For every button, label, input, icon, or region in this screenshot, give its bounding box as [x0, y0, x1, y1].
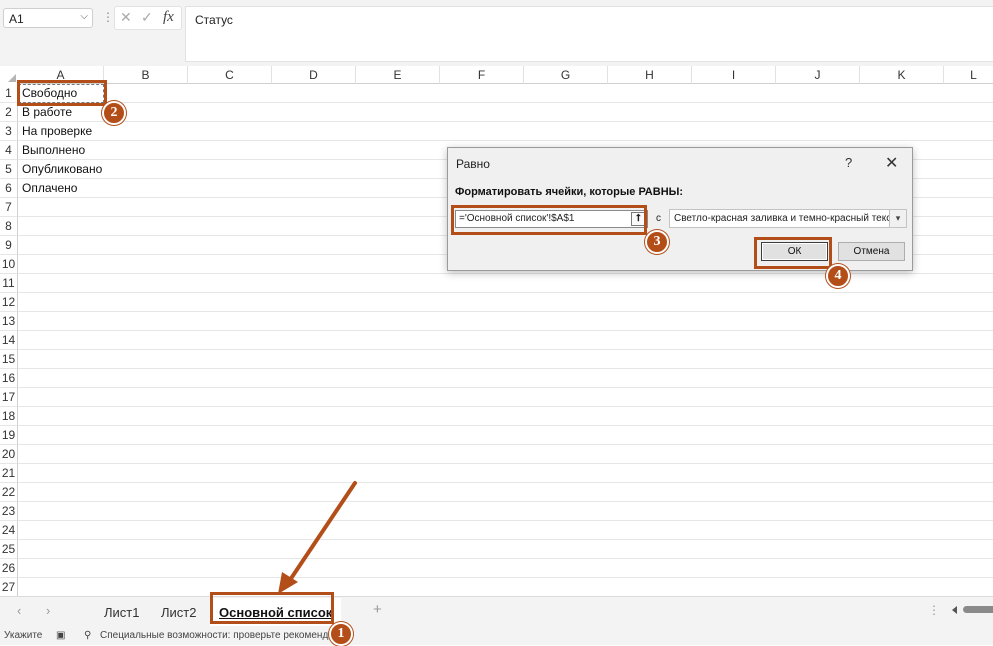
more-options-icon[interactable]: ⋮	[102, 10, 114, 24]
row-header-9[interactable]: 9	[0, 236, 18, 255]
accessibility-icon[interactable]: ⚲	[84, 630, 91, 641]
row-header-3[interactable]: 3	[0, 122, 18, 141]
row-header-25[interactable]: 25	[0, 540, 18, 559]
column-header-l[interactable]: L	[944, 66, 993, 84]
row-header-14[interactable]: 14	[0, 331, 18, 350]
highlight-reference-input	[451, 205, 647, 235]
enter-check-icon[interactable]: ✓	[141, 9, 153, 26]
prev-sheet-icon[interactable]: ‹	[17, 603, 21, 618]
row-header-23[interactable]: 23	[0, 502, 18, 521]
row-header-12[interactable]: 12	[0, 293, 18, 312]
next-sheet-icon[interactable]: ›	[46, 603, 50, 618]
accessibility-status[interactable]: Специальные возможности: проверьте реком…	[100, 630, 340, 641]
help-icon[interactable]: ?	[845, 155, 852, 170]
with-label: с	[656, 213, 661, 224]
status-bar: Укажите ▣ ⚲ Специальные возможности: про…	[0, 626, 993, 645]
add-sheet-button[interactable]: +	[373, 601, 382, 618]
chevron-down-icon[interactable]: ▾	[889, 210, 906, 227]
cancel-icon[interactable]: ✕	[120, 9, 132, 26]
row-header-26[interactable]: 26	[0, 559, 18, 578]
row-header-21[interactable]: 21	[0, 464, 18, 483]
row-header-5[interactable]: 5	[0, 160, 18, 179]
insert-function-icon[interactable]: fx	[163, 9, 174, 26]
scroll-left-icon[interactable]	[952, 606, 957, 614]
status-mode: Укажите	[4, 630, 43, 641]
row-header-20[interactable]: 20	[0, 445, 18, 464]
row-header-7[interactable]: 7	[0, 198, 18, 217]
select-all-corner[interactable]	[0, 66, 18, 84]
row-header-22[interactable]: 22	[0, 483, 18, 502]
format-value: Светло-красная заливка и темно-красный т…	[674, 213, 896, 224]
row-header-18[interactable]: 18	[0, 407, 18, 426]
highlight-cell-a1	[17, 80, 107, 106]
format-select[interactable]: Светло-красная заливка и темно-красный т…	[669, 209, 907, 228]
row-header-2[interactable]: 2	[0, 103, 18, 122]
scroll-thumb[interactable]	[963, 606, 993, 613]
close-icon[interactable]: ✕	[885, 153, 898, 173]
name-box-value: A1	[9, 12, 24, 26]
row-header-15[interactable]: 15	[0, 350, 18, 369]
horizontal-scrollbar[interactable]	[952, 605, 993, 615]
cancel-button[interactable]: Отмена	[838, 242, 905, 261]
dialog-title: Равно	[456, 157, 490, 171]
column-header-b[interactable]: B	[104, 66, 188, 84]
step-badge-3: 3	[645, 230, 669, 254]
worksheet-grid[interactable]: ABCDEFGHIJKL 1 2 3 4 5 6 7 8 9 10 11 12 13 14 15 16 17 18…	[0, 66, 993, 596]
highlight-sheet-tab	[210, 592, 334, 624]
row-header-19[interactable]: 19	[0, 426, 18, 445]
row-header-24[interactable]: 24	[0, 521, 18, 540]
column-header-k[interactable]: K	[860, 66, 944, 84]
row-header-13[interactable]: 13	[0, 312, 18, 331]
row-header-16[interactable]: 16	[0, 369, 18, 388]
step-badge-4: 4	[826, 264, 850, 288]
column-header-j[interactable]: J	[776, 66, 860, 84]
column-header-d[interactable]: D	[272, 66, 356, 84]
formula-bar: A1 ⌵ ⋮ ✕ ✓ fx Статус	[0, 0, 993, 67]
cell-a6[interactable]: Оплачено	[22, 179, 77, 198]
cell-a4[interactable]: Выполнено	[22, 141, 85, 160]
row-header-17[interactable]: 17	[0, 388, 18, 407]
step-badge-1: 1	[329, 622, 353, 646]
cell-a3[interactable]: На проверке	[22, 122, 92, 141]
row-header-1[interactable]: 1	[0, 84, 18, 103]
name-box[interactable]: A1 ⌵	[3, 8, 93, 28]
step-badge-2: 2	[102, 101, 126, 125]
row-header-4[interactable]: 4	[0, 141, 18, 160]
row-header-27[interactable]: 27	[0, 578, 18, 596]
cell-a5[interactable]: Опубликовано	[22, 160, 102, 179]
column-header-c[interactable]: C	[188, 66, 272, 84]
column-header-f[interactable]: F	[440, 66, 524, 84]
row-header-8[interactable]: 8	[0, 217, 18, 236]
column-header-h[interactable]: H	[608, 66, 692, 84]
column-header-g[interactable]: G	[524, 66, 608, 84]
tab-sheet2[interactable]: Лист2	[152, 598, 205, 626]
sheet-tabs-bar: ‹ › Лист1 Лист2 Основной список + ⋮	[0, 596, 993, 626]
more-options-icon[interactable]: ⋮	[928, 603, 940, 617]
tab-sheet1[interactable]: Лист1	[95, 598, 148, 626]
formula-input[interactable]: Статус	[185, 6, 993, 62]
highlight-ok-button	[754, 237, 832, 269]
row-header-11[interactable]: 11	[0, 274, 18, 293]
dialog-prompt: Форматировать ячейки, которые РАВНЫ:	[455, 186, 684, 198]
formula-text: Статус	[195, 13, 233, 27]
column-header-i[interactable]: I	[692, 66, 776, 84]
column-header-e[interactable]: E	[356, 66, 440, 84]
formula-actions: ✕ ✓ fx	[114, 6, 182, 30]
row-header-10[interactable]: 10	[0, 255, 18, 274]
chevron-down-icon[interactable]: ⌵	[80, 11, 88, 22]
row-header-6[interactable]: 6	[0, 179, 18, 198]
macro-record-icon[interactable]: ▣	[56, 630, 65, 641]
